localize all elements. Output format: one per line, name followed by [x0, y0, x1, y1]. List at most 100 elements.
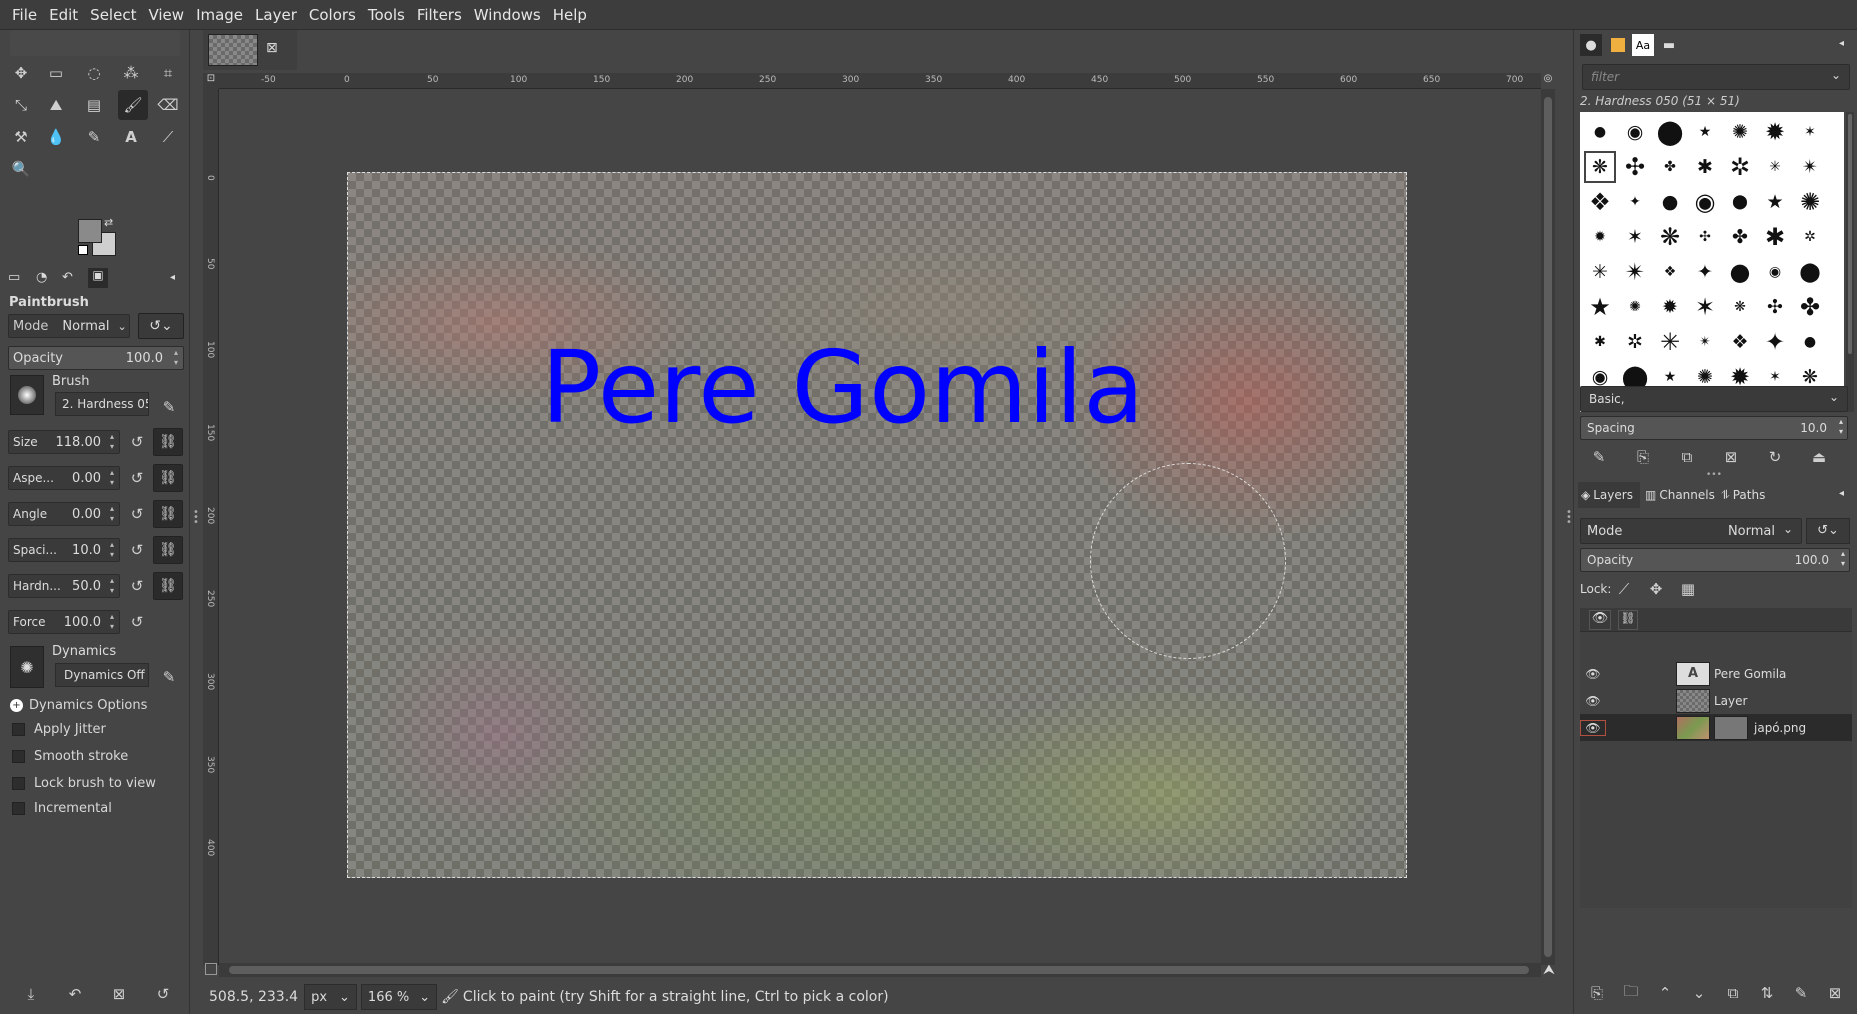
brush-cell[interactable]: ★: [1689, 116, 1721, 148]
brush-cell[interactable]: ✦: [1689, 256, 1721, 288]
brush-cell[interactable]: ◉: [1689, 186, 1721, 218]
brush-cell[interactable]: ❖: [1584, 186, 1616, 218]
anchor-layer-icon[interactable]: ⇅: [1756, 982, 1778, 1004]
brush-cell[interactable]: ◉: [1619, 116, 1651, 148]
smudge-tool-icon[interactable]: 💧: [43, 124, 69, 150]
mode-select[interactable]: Mode Normal ⌄: [8, 314, 130, 338]
layer-mode-reset-button[interactable]: ↺⌄: [1806, 518, 1850, 544]
spinner-icon[interactable]: ▴ ▾: [107, 540, 117, 560]
menu-select[interactable]: Select: [84, 0, 142, 30]
menu-edit[interactable]: Edit: [43, 0, 84, 30]
lock-position-icon[interactable]: ✥: [1645, 578, 1667, 600]
brush-cell[interactable]: ✱: [1584, 326, 1616, 358]
swap-colors-icon[interactable]: ⇄: [104, 216, 113, 229]
configure-tab-icon[interactable]: ◂: [1839, 38, 1844, 49]
menu-windows[interactable]: Windows: [468, 0, 547, 30]
menu-colors[interactable]: Colors: [303, 0, 362, 30]
image-tab[interactable]: ⊠: [203, 30, 297, 70]
brush-cell[interactable]: ⬤: [1654, 116, 1686, 148]
menu-layer[interactable]: Layer: [249, 0, 303, 30]
lasso-tool-icon[interactable]: ◌: [81, 60, 107, 86]
layer-row-layer[interactable]: 👁 Layer: [1580, 687, 1852, 714]
opacity-slider[interactable]: Opacity 100.0 ▴ ▾: [8, 346, 184, 370]
brush-cell[interactable]: ✤: [1794, 291, 1826, 323]
delete-brush-icon[interactable]: ⊠: [1720, 446, 1742, 468]
delete-options-icon[interactable]: ⊠: [108, 983, 130, 1005]
brush-cell[interactable]: ❋: [1584, 151, 1616, 183]
brush-cell[interactable]: ●: [1794, 326, 1826, 358]
force-slider[interactable]: Force 100.0 ▴ ▾: [8, 610, 120, 634]
link-angle-button[interactable]: ⛓: [153, 500, 183, 528]
zoom-fit-icon[interactable]: ◎: [1541, 73, 1555, 89]
brush-cell[interactable]: ✶: [1689, 291, 1721, 323]
brush-cell[interactable]: ✴: [1794, 151, 1826, 183]
restore-options-icon[interactable]: ↶: [64, 983, 86, 1005]
brush-cell[interactable]: ⬤: [1724, 186, 1756, 218]
zoom-tool-icon[interactable]: 🔍: [8, 156, 34, 182]
smooth-stroke-checkbox[interactable]: Smooth stroke: [12, 749, 128, 764]
spinner-icon[interactable]: ▴ ▾: [107, 576, 117, 596]
lock-pixels-icon[interactable]: ⟋: [1613, 578, 1635, 600]
paths-tool-icon[interactable]: ✎: [81, 124, 107, 150]
scroll-thumb[interactable]: [1544, 97, 1552, 957]
text-tool-icon[interactable]: A: [118, 124, 144, 150]
layer-opacity-slider[interactable]: Opacity 100.0 ▴ ▾: [1580, 548, 1850, 572]
brush-cell[interactable]: ✳: [1654, 326, 1686, 358]
new-layer-icon[interactable]: ⎘: [1586, 982, 1608, 1004]
vertical-ruler[interactable]: 0 50 100 150 200 250 300 350 400: [203, 89, 219, 965]
tab-layers[interactable]: ◈ Layers: [1578, 482, 1640, 508]
brush-cell[interactable]: ●: [1724, 256, 1756, 288]
lower-layer-icon[interactable]: ⌄: [1688, 982, 1710, 1004]
spinner-icon[interactable]: ▴ ▾: [107, 612, 117, 632]
brush-cell[interactable]: ✦: [1759, 326, 1791, 358]
dynamics-preview[interactable]: ✺: [10, 646, 44, 688]
brush-cell[interactable]: ✤: [1654, 151, 1686, 183]
warp-tool-icon[interactable]: ⛰: [43, 92, 69, 118]
menu-view[interactable]: View: [142, 0, 190, 30]
mask-layer-icon[interactable]: ✎: [1790, 982, 1812, 1004]
brush-cell[interactable]: ✴: [1689, 326, 1721, 358]
incremental-checkbox[interactable]: Incremental: [12, 801, 112, 816]
hardness-slider[interactable]: Hardn... 50.0 ▴ ▾: [8, 574, 120, 598]
size-slider[interactable]: Size 118.00 ▴ ▾: [8, 430, 120, 454]
brush-preset-select[interactable]: Basic, ⌄: [1580, 386, 1848, 412]
eraser-tool-icon[interactable]: ⌫: [155, 92, 181, 118]
brush-cell[interactable]: ✣: [1759, 291, 1791, 323]
rect-select-tool-icon[interactable]: ▭: [43, 60, 69, 86]
aspect-slider[interactable]: Aspe... 0.00 ▴ ▾: [8, 466, 120, 490]
spinner-icon[interactable]: ▴ ▾: [1841, 549, 1845, 569]
reset-aspect-icon[interactable]: ↺: [126, 467, 148, 489]
brush-cell[interactable]: ●: [1654, 186, 1686, 218]
brush-cell[interactable]: ✶: [1794, 116, 1826, 148]
brush-cell[interactable]: ✲: [1724, 151, 1756, 183]
brush-cell[interactable]: ✹: [1654, 291, 1686, 323]
brush-cell[interactable]: ✱: [1759, 221, 1791, 253]
brush-cell[interactable]: ❖: [1654, 256, 1686, 288]
patterns-tab-icon[interactable]: [1607, 34, 1629, 56]
dynamics-field[interactable]: Dynamics Off: [55, 663, 149, 687]
right-dock-handle[interactable]: • • •: [1566, 508, 1572, 528]
image-canvas[interactable]: Pere Gomila: [347, 172, 1407, 878]
reset-hardness-icon[interactable]: ↺: [126, 575, 148, 597]
fonts-tab-icon[interactable]: Aa: [1632, 34, 1654, 56]
edit-brush-icon[interactable]: ✎: [158, 396, 180, 418]
foreground-color-swatch[interactable]: [78, 219, 102, 243]
brush-cell[interactable]: ✺: [1794, 186, 1826, 218]
brush-cell[interactable]: ❋: [1654, 221, 1686, 253]
brush-preview[interactable]: [10, 375, 44, 415]
edit-brush-icon[interactable]: ✎: [1588, 446, 1610, 468]
unit-select[interactable]: px ⌄: [304, 984, 357, 1010]
brush-cell[interactable]: ✹: [1584, 221, 1616, 253]
brush-cell[interactable]: ✺: [1724, 116, 1756, 148]
lock-alpha-icon[interactable]: ▦: [1677, 578, 1699, 600]
canvas-corner-button[interactable]: ⊡: [203, 73, 219, 89]
lock-brush-checkbox[interactable]: Lock brush to view: [12, 776, 156, 791]
configure-tab-icon[interactable]: ◂: [1839, 488, 1844, 499]
duplicate-brush-icon[interactable]: ⧉: [1676, 446, 1698, 468]
eye-icon[interactable]: 👁: [1580, 694, 1606, 708]
spacing-slider[interactable]: Spaci... 10.0 ▴ ▾: [8, 538, 120, 562]
angle-slider[interactable]: Angle 0.00 ▴ ▾: [8, 502, 120, 526]
reset-angle-icon[interactable]: ↺: [126, 503, 148, 525]
menu-tools[interactable]: Tools: [362, 0, 411, 30]
brush-cell[interactable]: ●: [1584, 116, 1616, 148]
